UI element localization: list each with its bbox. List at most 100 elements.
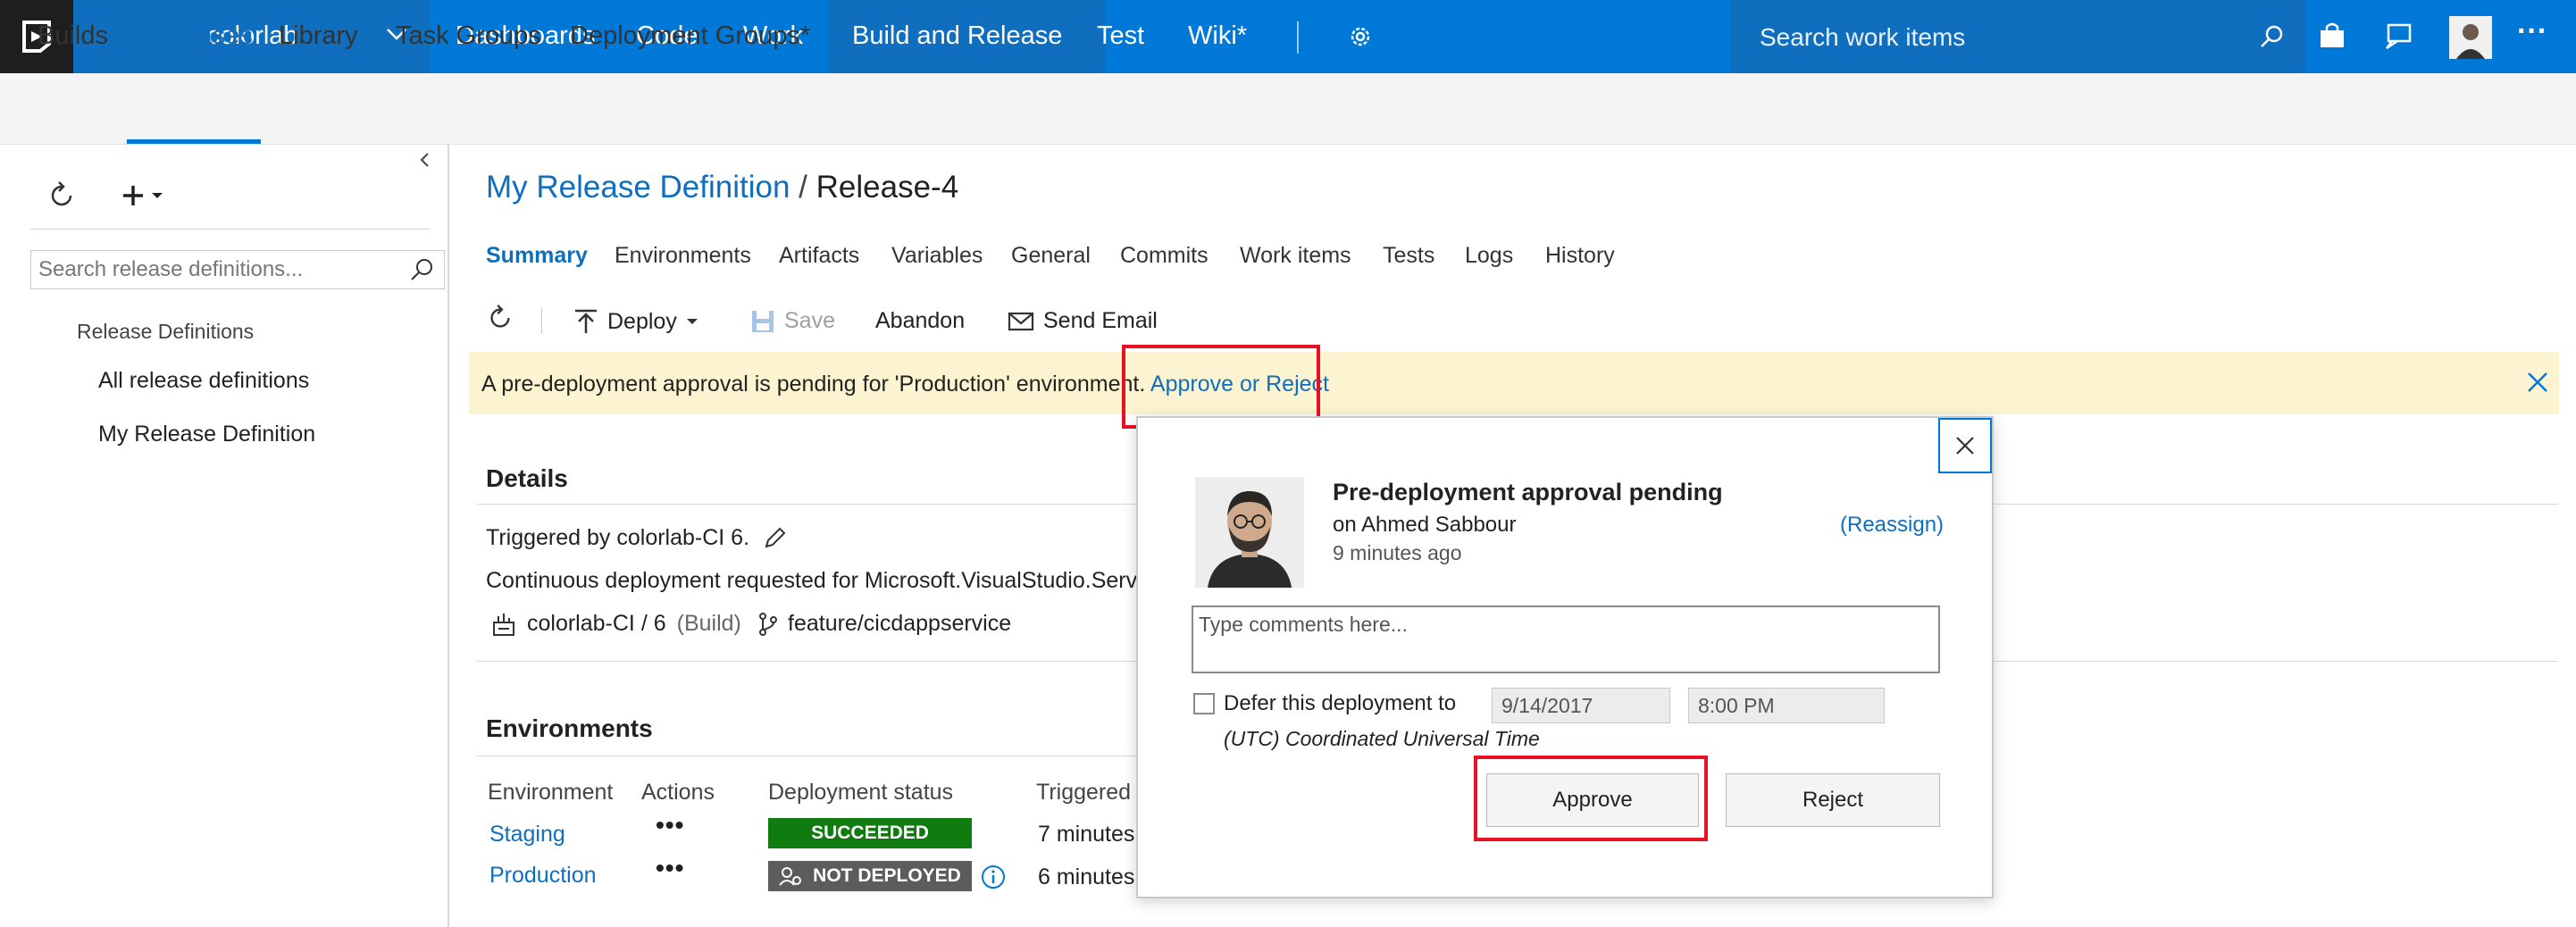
triggered-by-text: Triggered by colorlab-CI 6. xyxy=(486,525,750,550)
col-actions: Actions xyxy=(641,780,715,805)
defer-deployment-checkbox[interactable] xyxy=(1193,693,1215,714)
staging-status: SUCCEEDED xyxy=(811,823,929,843)
triggered-by: Triggered by colorlab-CI 6. xyxy=(486,525,787,551)
reject-button[interactable]: Reject xyxy=(1726,773,1940,827)
defer-time-field[interactable]: 8:00 PM xyxy=(1688,688,1885,723)
approval-time: 9 minutes ago xyxy=(1333,541,1462,564)
col-environment: Environment xyxy=(488,780,614,805)
staging-triggered: 7 minutes xyxy=(1038,822,1135,847)
approval-pending-icon xyxy=(779,865,802,887)
hub-releases[interactable]: Releases xyxy=(145,21,253,51)
tab-general[interactable]: General xyxy=(1011,243,1091,269)
hub-navigation-bar xyxy=(0,73,2576,145)
environment-production[interactable]: Production xyxy=(489,863,597,889)
breadcrumb-definition[interactable]: My Release Definition xyxy=(486,170,790,205)
collapse-panel-icon[interactable] xyxy=(418,150,432,170)
details-title: Details xyxy=(486,464,568,492)
approver-avatar xyxy=(1195,477,1304,588)
approval-pending-banner: A pre-deployment approval is pending for… xyxy=(469,352,2559,414)
more-options-icon[interactable]: ··· xyxy=(2517,14,2547,49)
breadcrumb: My Release Definition / Release-4 xyxy=(486,170,958,205)
branch-icon xyxy=(757,612,779,637)
reassign-link[interactable]: (Reassign) xyxy=(1840,513,1944,538)
nav-build-and-release[interactable]: Build and Release xyxy=(852,21,1062,51)
deploy-icon xyxy=(573,308,598,335)
production-actions-menu[interactable]: ••• xyxy=(656,854,684,882)
banner-text: A pre-deployment approval is pending for… xyxy=(481,372,1146,397)
tab-history[interactable]: History xyxy=(1545,243,1615,269)
tab-artifacts[interactable]: Artifacts xyxy=(779,243,859,269)
send-email-label: Send Email xyxy=(1043,308,1158,333)
user-avatar-icon[interactable] xyxy=(2449,16,2492,59)
release-definitions-panel: Release Definitions All release definiti… xyxy=(0,145,449,927)
nav-wiki[interactable]: Wiki* xyxy=(1188,21,1247,51)
environment-staging[interactable]: Staging xyxy=(489,822,565,848)
feedback-icon[interactable] xyxy=(2383,21,2413,52)
col-deployment-status: Deployment status xyxy=(768,780,954,805)
approval-comments-input[interactable] xyxy=(1192,605,1940,673)
search-icon[interactable] xyxy=(408,256,435,283)
hub-task-groups[interactable]: Task Groups xyxy=(396,21,541,51)
refresh-icon[interactable] xyxy=(46,180,77,211)
save-button[interactable]: Save xyxy=(750,308,835,334)
toolbar-divider xyxy=(541,307,542,334)
tab-variables[interactable]: Variables xyxy=(891,243,983,269)
nav-divider xyxy=(1297,21,1299,54)
info-icon[interactable] xyxy=(981,864,1006,889)
environments-title: Environments xyxy=(486,714,653,742)
tab-work-items[interactable]: Work items xyxy=(1240,243,1351,269)
shopping-bag-icon[interactable] xyxy=(2317,21,2347,50)
close-dialog-button[interactable] xyxy=(1938,418,1992,473)
refresh-icon[interactable] xyxy=(486,304,514,332)
build-name[interactable]: colorlab-CI / 6 xyxy=(527,611,666,637)
production-triggered: 6 minutes xyxy=(1038,864,1135,889)
staging-actions-menu[interactable]: ••• xyxy=(656,811,684,839)
production-status-badge[interactable]: NOT DEPLOYED xyxy=(768,861,972,891)
tab-summary[interactable]: Summary xyxy=(486,243,588,269)
abandon-label: Abandon xyxy=(875,308,966,333)
highlight-approve-button xyxy=(1474,756,1708,841)
tab-logs[interactable]: Logs xyxy=(1465,243,1513,269)
branch-name: feature/cicdappservice xyxy=(788,611,1012,636)
send-email-button[interactable]: Send Email xyxy=(1008,308,1158,334)
tab-environments[interactable]: Environments xyxy=(615,243,751,269)
panel-divider xyxy=(30,229,431,230)
deploy-label: Deploy xyxy=(607,308,677,334)
deploy-button[interactable]: Deploy xyxy=(573,308,698,335)
defer-timezone: (UTC) Coordinated Universal Time xyxy=(1224,727,1540,750)
hub-library[interactable]: Library xyxy=(279,21,358,51)
tab-commits[interactable]: Commits xyxy=(1120,243,1209,269)
active-hub-underline xyxy=(127,139,261,144)
reject-label: Reject xyxy=(1802,788,1864,812)
search-icon[interactable] xyxy=(2258,23,2285,50)
tab-tests[interactable]: Tests xyxy=(1383,243,1434,269)
edit-pencil-icon[interactable] xyxy=(762,526,787,551)
gear-icon[interactable] xyxy=(1347,23,1374,50)
dialog-title: Pre-deployment approval pending xyxy=(1333,479,1723,505)
abandon-button[interactable]: Abandon xyxy=(875,308,965,334)
artifact-build: colorlab-CI / 6 (Build) xyxy=(491,611,741,637)
save-label: Save xyxy=(784,308,835,333)
continuous-deployment-text: Continuous deployment requested for Micr… xyxy=(486,568,1167,593)
my-release-definition-item[interactable]: My Release Definition xyxy=(98,422,315,447)
defer-deployment-label: Defer this deployment to xyxy=(1224,691,1457,715)
hub-deployment-groups[interactable]: Deployment Groups* xyxy=(570,21,810,51)
close-icon[interactable] xyxy=(2525,370,2550,395)
search-release-definitions[interactable] xyxy=(30,250,445,289)
search-placeholder: Search work items xyxy=(1760,23,1966,51)
hub-builds[interactable]: Builds xyxy=(38,21,108,51)
add-new-icon[interactable] xyxy=(121,182,168,209)
breadcrumb-release: Release-4 xyxy=(815,170,959,205)
production-status: NOT DEPLOYED xyxy=(813,865,961,886)
all-release-definitions-item[interactable]: All release definitions xyxy=(98,368,309,394)
staging-status-badge[interactable]: SUCCEEDED xyxy=(768,818,972,848)
breadcrumb-separator: / xyxy=(799,170,807,205)
search-release-definitions-input[interactable] xyxy=(37,255,403,285)
defer-date-field[interactable]: 9/14/2017 xyxy=(1492,688,1670,723)
build-icon xyxy=(491,612,516,637)
release-definitions-heading: Release Definitions xyxy=(77,320,255,343)
nav-test[interactable]: Test xyxy=(1097,21,1144,51)
search-work-items-box[interactable]: Search work items xyxy=(1731,0,2306,73)
build-type: (Build) xyxy=(676,611,741,636)
close-icon xyxy=(1953,434,1977,457)
